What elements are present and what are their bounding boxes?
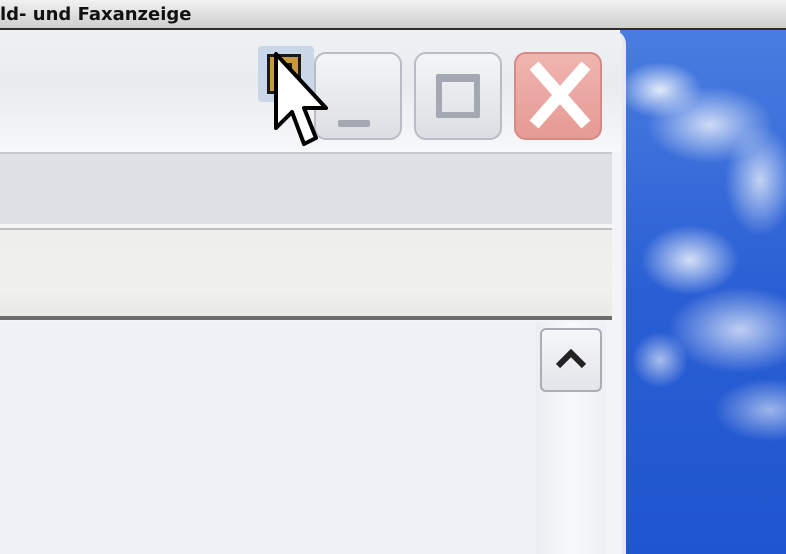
minimize-icon: [338, 120, 370, 127]
maximize-icon: [436, 74, 480, 118]
toolbar: [0, 228, 612, 320]
menu-bar: [0, 152, 612, 228]
content-pane[interactable]: [0, 322, 606, 554]
main-window: [0, 30, 626, 554]
scroll-up-button[interactable]: [540, 328, 602, 392]
window-titlebar[interactable]: [0, 30, 622, 152]
close-button[interactable]: [514, 52, 602, 140]
close-icon: [529, 61, 591, 129]
chevron-up-icon: [555, 348, 587, 369]
background-window-title: ld- und Faxanzeige: [0, 4, 192, 25]
maximize-button[interactable]: [414, 52, 502, 140]
background-window-titlebar[interactable]: ld- und Faxanzeige: [0, 0, 786, 30]
app-icon-glyph: [267, 54, 301, 94]
app-icon[interactable]: [258, 46, 314, 102]
vertical-scrollbar[interactable]: [536, 322, 606, 554]
desktop-background: [620, 30, 786, 554]
minimize-button[interactable]: [314, 52, 402, 140]
